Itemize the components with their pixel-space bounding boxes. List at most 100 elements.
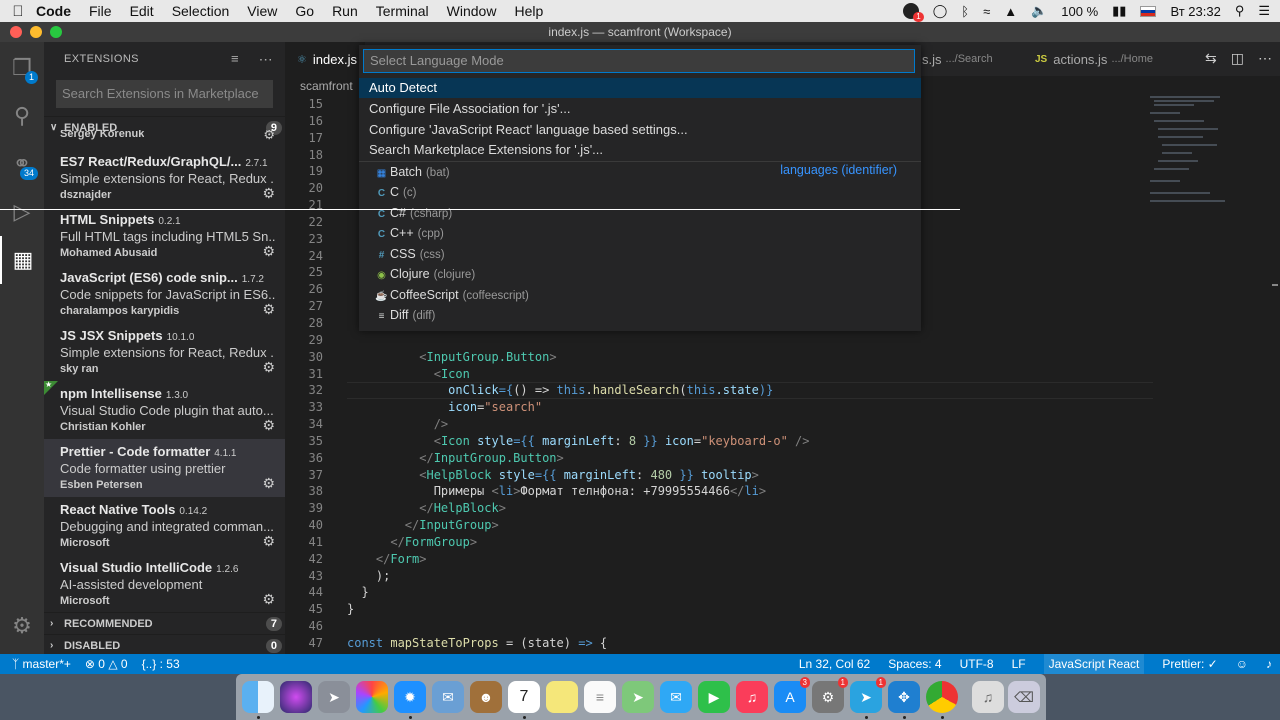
language-option-diff[interactable]: ≡ Diff (diff) xyxy=(359,305,921,325)
gear-icon[interactable]: ⚙ xyxy=(262,417,275,434)
menu-edit[interactable]: Edit xyxy=(130,3,154,19)
notes-icon[interactable] xyxy=(546,681,578,713)
language-option-clojure[interactable]: ◉ Clojure (clojure) xyxy=(359,264,921,284)
vscode-icon[interactable]: ✥ xyxy=(888,681,920,713)
encoding[interactable]: UTF-8 xyxy=(960,657,994,671)
extension-item[interactable]: ★ npm Intellisense 1.3.0 Visual Studio Co… xyxy=(44,380,285,439)
reminders-icon[interactable]: ≡ xyxy=(584,681,616,713)
chrome-icon[interactable] xyxy=(926,681,958,713)
maps-icon[interactable]: ➤ xyxy=(622,681,654,713)
problems-indicator[interactable]: ⊗ 0 △ 0 xyxy=(85,657,128,671)
cursor-position[interactable]: Ln 32, Col 62 xyxy=(799,657,870,671)
siri-icon[interactable] xyxy=(280,681,312,713)
contacts-icon[interactable]: ☻ xyxy=(470,681,502,713)
extension-item[interactable]: Prettier - Code formatter 4.1.1 Code form… xyxy=(44,439,285,497)
language-option-c[interactable]: C C (c) xyxy=(359,182,921,202)
picker-option-auto-detect[interactable]: Auto Detect xyxy=(359,78,921,98)
end-of-line[interactable]: LF xyxy=(1012,657,1026,671)
extension-item[interactable]: HTML Snippets 0.2.1 Full HTML tags includ… xyxy=(44,207,285,265)
calendar-icon[interactable]: 7 xyxy=(508,681,540,713)
mail-icon[interactable]: ✉ xyxy=(432,681,464,713)
menu-run[interactable]: Run xyxy=(332,3,358,19)
gear-icon[interactable]: ⚙ xyxy=(262,301,275,318)
extension-item[interactable]: ES7 React/Redux/GraphQL/... 2.7.1 Simple … xyxy=(44,149,285,207)
facetime-icon[interactable]: ▶ xyxy=(698,681,730,713)
itunes-icon[interactable]: ♫ xyxy=(972,681,1004,713)
gear-icon[interactable]: ⚙ xyxy=(263,130,275,140)
clear-filter-icon[interactable]: ≡ xyxy=(231,51,239,66)
zoom-window-button[interactable] xyxy=(50,26,62,38)
picker-option-language-settings[interactable]: Configure 'JavaScript React' language ba… xyxy=(359,120,921,140)
tab-index-js[interactable]: ⚛ index.js xyxy=(285,42,365,76)
indentation[interactable]: Spaces: 4 xyxy=(888,657,941,671)
language-option-csharp[interactable]: C C# (csharp) xyxy=(359,203,921,223)
extension-item[interactable]: JS JSX Snippets 10.1.0 Simple extensions … xyxy=(44,323,285,381)
control-center-icon[interactable]: ☰ xyxy=(1258,3,1270,19)
language-option-cpp[interactable]: C C++ (cpp) xyxy=(359,223,921,243)
wifi-icon[interactable]: ≈ xyxy=(983,4,990,19)
safari-icon[interactable]: ✹ xyxy=(394,681,426,713)
gear-icon[interactable]: ⚙ xyxy=(262,533,275,550)
menu-file[interactable]: File xyxy=(89,3,112,19)
battery-icon[interactable]: ▮▮ xyxy=(1112,3,1126,19)
branch-indicator[interactable]: ᛉ master*+ xyxy=(12,657,71,671)
bluetooth-icon[interactable]: ᛒ xyxy=(961,4,969,19)
gear-icon[interactable]: ⚙ xyxy=(262,475,275,492)
language-mode[interactable]: JavaScript React xyxy=(1043,654,1145,674)
breadcrumb[interactable]: scamfront xyxy=(285,76,353,96)
outline-indicator[interactable]: {..} : 53 xyxy=(142,657,180,671)
gear-icon[interactable]: ⚙ xyxy=(262,359,275,376)
prettier-status[interactable]: Prettier: ✓ xyxy=(1162,657,1217,671)
app-store-icon[interactable]: A3 xyxy=(774,677,810,713)
scrollbar-marker[interactable] xyxy=(1272,284,1278,286)
bell-icon[interactable]: ♪ xyxy=(1266,657,1272,671)
gear-icon[interactable]: ⚙ xyxy=(262,185,275,202)
notification-icon[interactable]: 1 xyxy=(902,3,924,22)
menu-terminal[interactable]: Terminal xyxy=(376,3,429,19)
language-picker-input[interactable]: Select Language Mode xyxy=(363,49,915,73)
tab-search[interactable]: s.js .../Search xyxy=(910,42,1005,76)
menu-app-name[interactable]: Code xyxy=(36,3,71,19)
trash-icon[interactable]: ⌫ xyxy=(1008,681,1040,713)
system-preferences-icon[interactable]: ⚙ 1 xyxy=(812,677,848,713)
telegram-icon[interactable]: ➤ 1 xyxy=(850,677,886,713)
activity-run-debug[interactable]: ▷ xyxy=(0,188,44,236)
gear-icon[interactable]: ⚙ xyxy=(262,243,275,260)
picker-option-file-association[interactable]: Configure File Association for '.js'... xyxy=(359,99,921,119)
messages-icon[interactable]: ✉ xyxy=(660,681,692,713)
apple-icon[interactable]:  xyxy=(0,3,36,20)
close-window-button[interactable] xyxy=(10,26,22,38)
photos-icon[interactable] xyxy=(356,681,388,713)
menu-selection[interactable]: Selection xyxy=(172,3,230,19)
more-actions-icon[interactable]: ⋯ xyxy=(259,51,273,68)
activity-extensions[interactable]: ▦ xyxy=(0,236,44,284)
extension-item[interactable]: React Native Tools 0.14.2 Debugging and i… xyxy=(44,497,285,555)
launchpad-icon[interactable]: ➤ xyxy=(318,681,350,713)
extension-item[interactable]: Visual Studio IntelliCode 1.2.6 AI-assist… xyxy=(44,555,285,613)
airplay-icon[interactable]: ▲ xyxy=(1004,4,1017,19)
music-icon[interactable]: ♫ xyxy=(736,681,768,713)
menu-go[interactable]: Go xyxy=(295,3,314,19)
minimap[interactable] xyxy=(1150,96,1270,216)
language-option-coffeescript[interactable]: ☕ CoffeeScript (coffeescript) xyxy=(359,285,921,305)
volume-icon[interactable]: 🔈 xyxy=(1031,3,1047,19)
disabled-section-header[interactable]: › DISABLED 0 xyxy=(44,634,285,656)
shield-icon[interactable]: ◯ xyxy=(933,3,948,19)
menu-window[interactable]: Window xyxy=(447,3,497,19)
compare-icon[interactable]: ⇆ xyxy=(1205,50,1217,67)
tab-actions[interactable]: JS actions.js .../Home xyxy=(1023,42,1165,76)
gear-icon[interactable]: ⚙ xyxy=(262,591,275,608)
menu-clock[interactable]: Вт 23:32 xyxy=(1170,4,1220,19)
extension-item[interactable]: JavaScript (ES6) code snip... 1.7.2 Code … xyxy=(44,265,285,323)
recommended-section-header[interactable]: › RECOMMENDED 7 xyxy=(44,612,285,634)
language-option-batch[interactable]: ▦ Batch (bat) xyxy=(359,162,921,182)
activity-search[interactable]: ⚲ xyxy=(0,92,44,140)
activity-explorer[interactable]: ❐ 1 xyxy=(0,44,44,92)
minimize-window-button[interactable] xyxy=(30,26,42,38)
spotlight-icon[interactable]: ⚲ xyxy=(1235,3,1245,19)
menu-help[interactable]: Help xyxy=(514,3,543,19)
finder-icon[interactable] xyxy=(242,681,274,713)
picker-option-marketplace[interactable]: Search Marketplace Extensions for '.js'.… xyxy=(359,140,921,160)
language-option-css[interactable]: # CSS (css) xyxy=(359,244,921,264)
flag-icon[interactable] xyxy=(1140,5,1157,17)
